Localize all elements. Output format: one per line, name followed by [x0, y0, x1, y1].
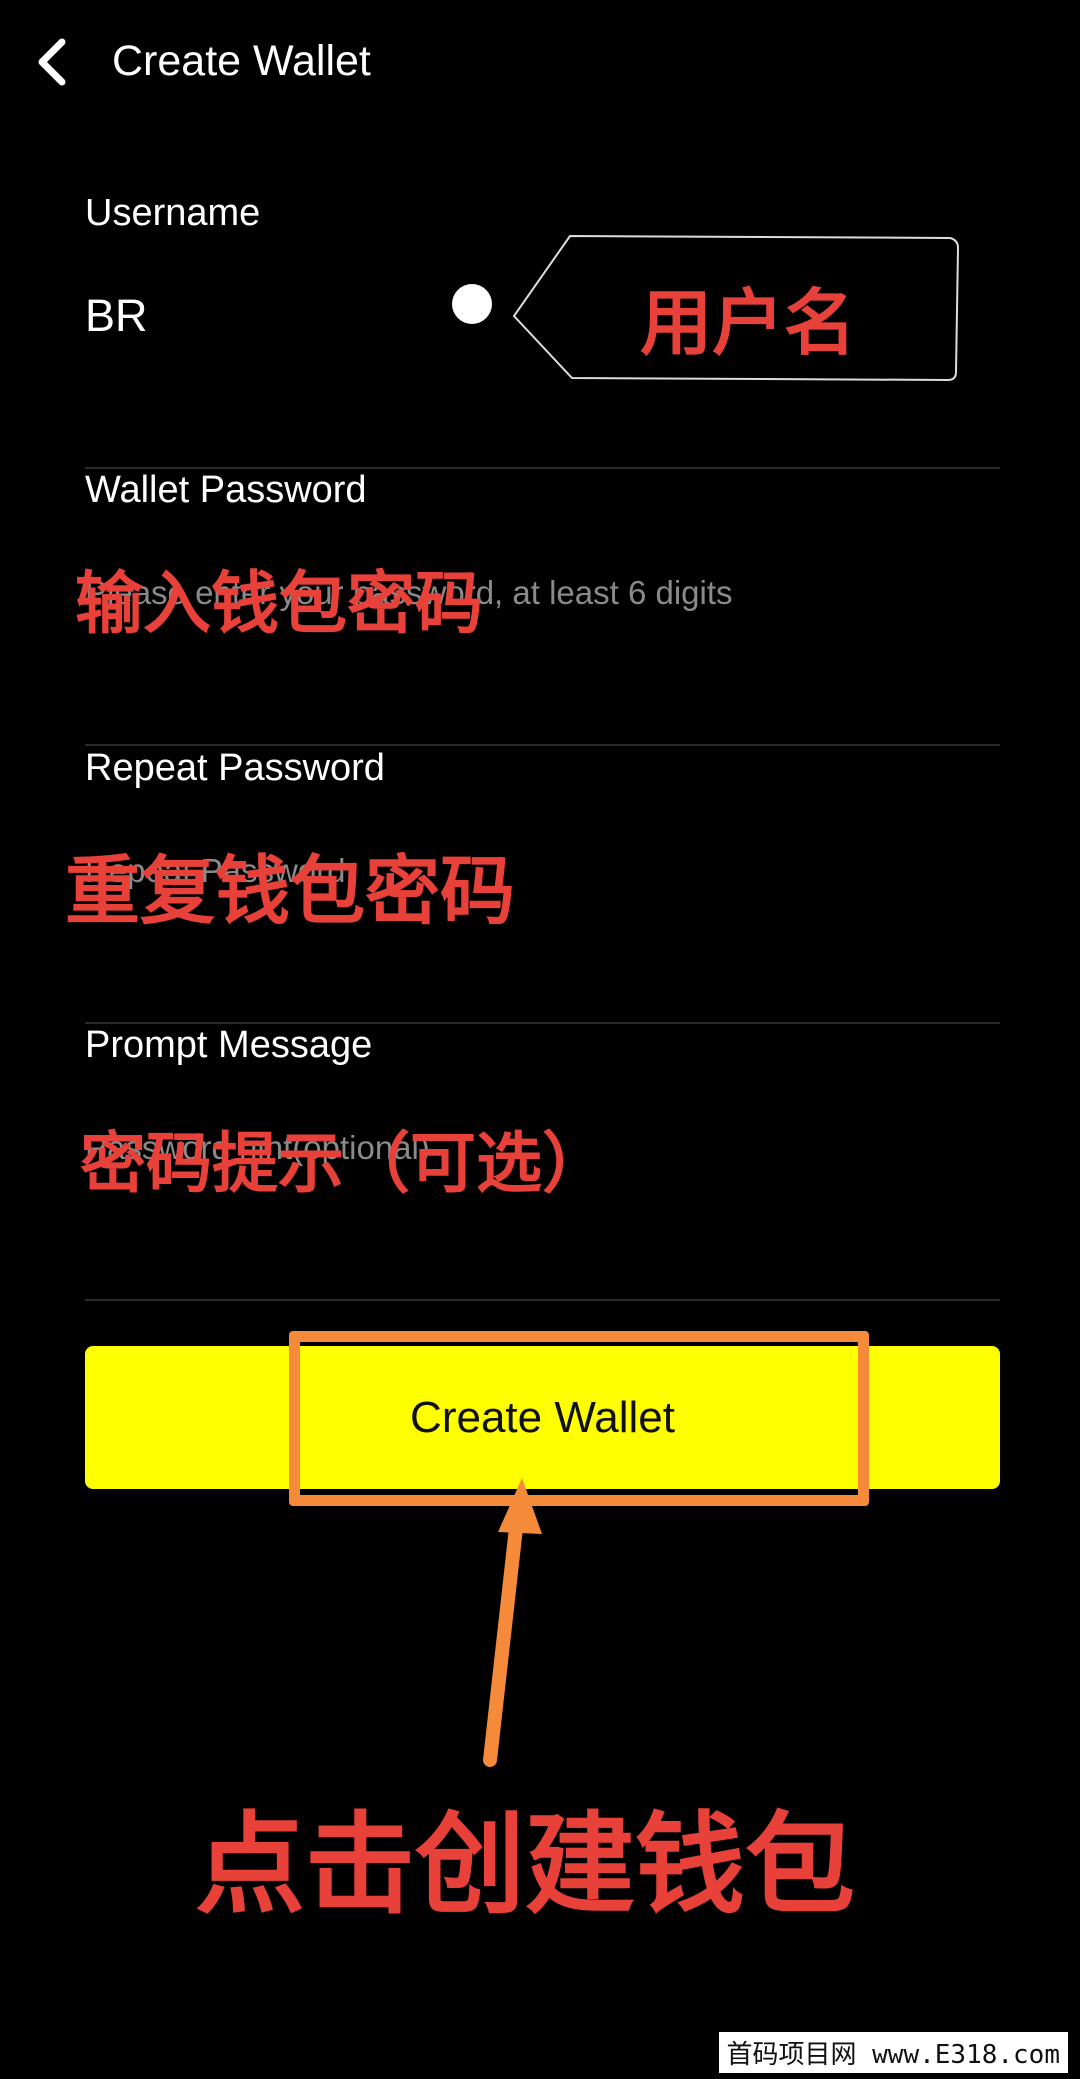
- username-label: Username: [85, 192, 261, 234]
- watermark: 首码项目网 www.E318.com: [718, 2032, 1068, 2073]
- chevron-left-icon: [38, 38, 66, 86]
- app-header: Create Wallet: [0, 0, 1080, 125]
- hint-annotation: 密码提示（可选）: [80, 1125, 608, 1202]
- repeat-annotation: 重复钱包密码: [65, 847, 516, 935]
- prompt-message-label: Prompt Message: [85, 1024, 373, 1066]
- arrow-up-icon: [483, 1478, 542, 1767]
- button-highlight-box: [289, 1331, 869, 1506]
- pointer-dot: [452, 284, 492, 324]
- username-annotation: 用户名: [640, 281, 857, 365]
- button-annotation: 点击创建钱包: [195, 1801, 855, 1929]
- back-button[interactable]: [30, 34, 76, 90]
- username-callout: 用户名: [510, 232, 960, 384]
- repeat-password-label: Repeat Password: [85, 747, 385, 789]
- page-title: Create Wallet: [112, 37, 371, 85]
- wallet-password-label: Wallet Password: [85, 469, 367, 511]
- password-annotation: 输入钱包密码: [75, 565, 484, 644]
